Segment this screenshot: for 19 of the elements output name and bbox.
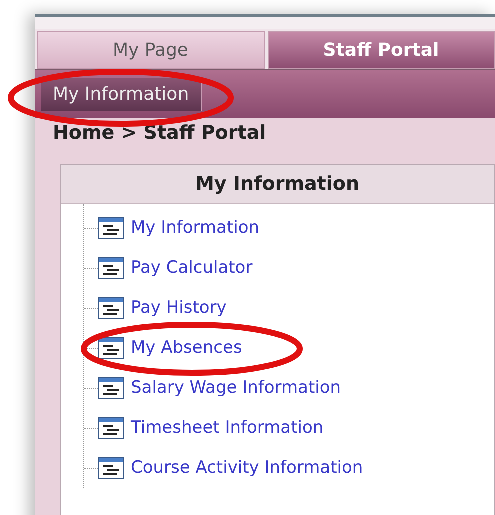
menu-link[interactable]: Salary Wage Information <box>131 378 342 398</box>
sub-tab[interactable]: My Information <box>41 78 202 110</box>
document-icon <box>98 457 124 479</box>
menu-link[interactable]: Pay History <box>131 298 227 318</box>
document-icon <box>98 257 124 279</box>
tab[interactable]: My Page <box>37 31 264 69</box>
document-icon <box>98 297 124 319</box>
document-icon <box>98 337 124 359</box>
menu-link[interactable]: My Absences <box>131 338 242 358</box>
document-icon <box>98 217 124 239</box>
menu-link[interactable]: Course Activity Information <box>131 458 364 478</box>
menu-link[interactable]: My Information <box>131 218 260 238</box>
document-icon <box>98 417 124 439</box>
tab[interactable]: Staff Portal <box>268 31 495 69</box>
menu-link[interactable]: Timesheet Information <box>131 418 324 438</box>
breadcrumb: Home > Staff Portal <box>52 121 268 146</box>
panel-title: My Information <box>61 165 494 204</box>
menu-link[interactable]: Pay Calculator <box>131 258 253 278</box>
document-icon <box>98 377 124 399</box>
